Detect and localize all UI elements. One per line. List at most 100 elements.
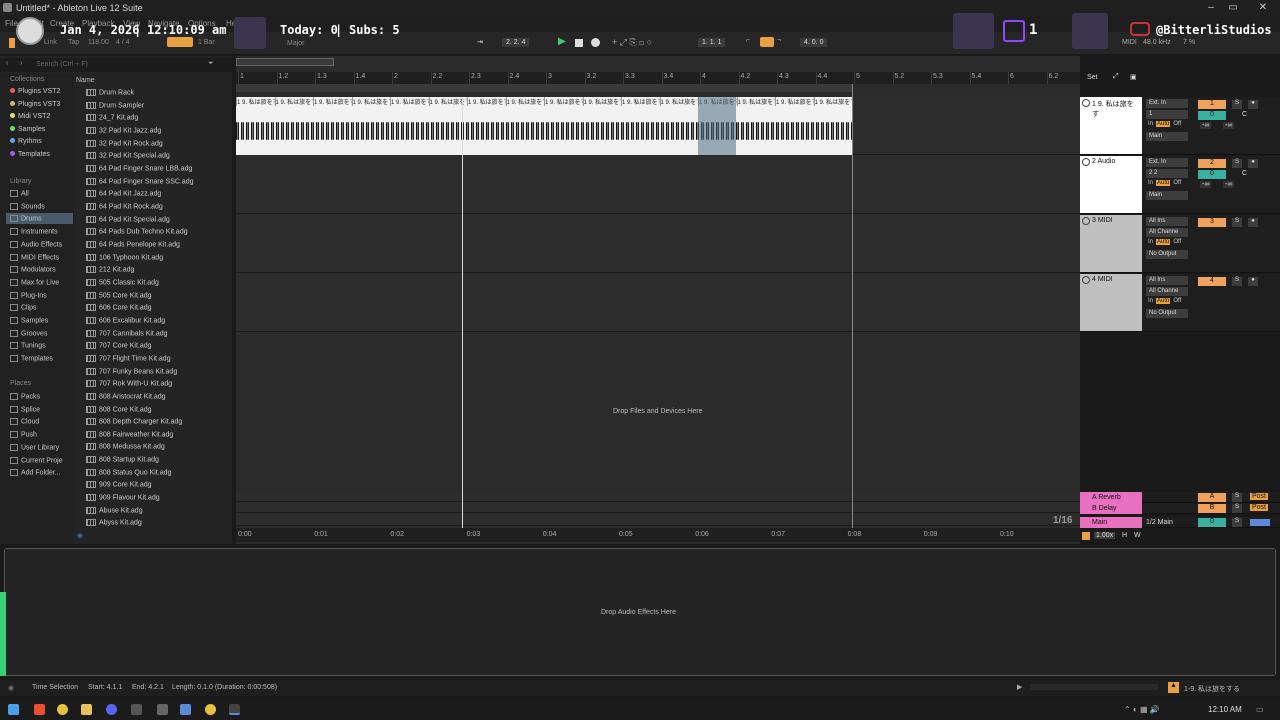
place-item[interactable]: Cloud <box>10 418 39 426</box>
monitor-in[interactable]: In <box>1148 298 1153 304</box>
file-item[interactable]: 707 Cannibals Kit.adg <box>86 329 168 337</box>
punch-out-icon[interactable]: ¬ <box>777 37 781 44</box>
main-volume[interactable]: 0 <box>1198 518 1226 527</box>
track-name-area[interactable]: 4 MIDI <box>1080 274 1142 331</box>
main-header[interactable]: Main 1/2 Main 0 S <box>1080 517 1280 528</box>
collection-item[interactable]: Samples <box>10 125 45 133</box>
search-input[interactable]: Search (Ctrl + F) <box>36 61 88 68</box>
track-lane-2[interactable] <box>236 156 1080 214</box>
file-item[interactable]: 707 Rok With-U Kit.adg <box>86 380 172 388</box>
return-solo[interactable]: S <box>1232 504 1242 513</box>
library-item[interactable]: Modulators <box>10 266 56 274</box>
explorer-icon[interactable] <box>81 704 92 715</box>
place-item[interactable]: Splice <box>10 405 40 413</box>
main-route[interactable]: 1/2 Main <box>1146 519 1173 526</box>
monitor-auto[interactable]: Auto <box>1156 298 1171 304</box>
library-item[interactable]: Audio Effects <box>10 240 62 248</box>
discord-icon[interactable] <box>106 704 117 715</box>
filter-icon[interactable]: ⏷ <box>208 60 214 68</box>
quantize-select[interactable]: 1 Bar <box>198 39 215 46</box>
link-label[interactable]: Link <box>44 39 57 46</box>
place-item[interactable]: Packs <box>10 393 40 400</box>
fold-icon[interactable] <box>1082 158 1090 166</box>
place-item[interactable]: Push <box>10 431 37 438</box>
drop-zone[interactable]: Drop Files and Devices Here <box>236 333 1080 491</box>
track-number[interactable]: 4 <box>1198 277 1226 286</box>
chrome-icon[interactable] <box>57 704 68 715</box>
file-item[interactable]: 64 Pad Kit Special.adg <box>86 215 170 223</box>
pan-field[interactable]: C <box>1242 111 1247 118</box>
loop-length[interactable]: 4. 0. 0 <box>800 38 828 47</box>
file-item[interactable]: 64 Pad Kit Jazz.adg <box>86 190 161 198</box>
main-name[interactable]: Main <box>1080 517 1142 528</box>
file-item[interactable]: 606 Core Kit.adg <box>86 304 152 312</box>
channel-select[interactable]: All Channe <box>1146 287 1188 296</box>
record-icon[interactable] <box>591 38 600 47</box>
forward-icon[interactable]: › <box>20 60 22 67</box>
file-item[interactable]: 505 Classic Kit.adg <box>86 278 159 286</box>
library-item[interactable]: Drums <box>10 215 42 223</box>
return-post[interactable]: Post <box>1250 493 1269 500</box>
zoom-field[interactable]: 1.00x <box>1094 532 1116 539</box>
monitor-in[interactable]: In <box>1148 180 1153 186</box>
ableton-taskbar-icon[interactable] <box>229 704 240 715</box>
lock-icon[interactable]: ▣ <box>1130 73 1137 81</box>
file-item[interactable]: 808 Startup Kit.adg <box>86 456 159 463</box>
file-item[interactable]: Drum Sampler <box>86 101 144 109</box>
tempo-field[interactable]: 118.00 <box>88 39 109 46</box>
library-item[interactable]: Sounds <box>10 202 45 210</box>
grid-label[interactable]: 1/16 <box>1053 515 1072 526</box>
file-item[interactable]: 64 Pad Finger Snare LBB.adg <box>86 164 192 172</box>
track-number[interactable]: 2 <box>1198 159 1226 168</box>
solo-button[interactable]: S <box>1232 277 1242 286</box>
channel-select[interactable]: 1 <box>1146 110 1188 119</box>
file-item[interactable]: 32 Pad Kit Jazz.adg <box>86 126 161 134</box>
minimize-icon[interactable]: – <box>1204 2 1218 13</box>
fold-icon[interactable] <box>1082 217 1090 225</box>
stop-icon[interactable] <box>575 39 583 47</box>
time-ruler[interactable]: 0:00 0:01 0:02 0:03 0:04 0:05 0:06 0:07 0:08 0:09… <box>236 528 1080 542</box>
return-lane-a[interactable] <box>236 492 1080 502</box>
audio-clip[interactable]: 1 9. 私は旅をする1 9. 私は旅をする1 9. 私は旅をする1 9. 私は… <box>236 97 853 155</box>
arm-icon[interactable]: ● <box>1248 277 1258 286</box>
return-letter[interactable]: A <box>1198 493 1226 502</box>
track-lane-3[interactable] <box>236 215 1080 273</box>
file-item[interactable]: 606 Excalibur Kit.adg <box>86 316 165 324</box>
brave-icon[interactable] <box>34 704 45 715</box>
return-header[interactable]: B Delay B S Post <box>1080 503 1280 514</box>
return-solo[interactable]: S <box>1232 493 1242 502</box>
file-item[interactable]: 505 Core Kit.adg <box>86 291 152 299</box>
loop-start[interactable]: 1. 1. 1 <box>698 38 726 47</box>
overview-strip[interactable] <box>236 58 334 66</box>
fold-icon[interactable] <box>1082 276 1090 284</box>
track-number[interactable]: 3 <box>1198 218 1226 227</box>
place-item[interactable]: Add Folder... <box>10 469 61 477</box>
track-lane-4[interactable] <box>236 274 1080 332</box>
monitor-auto[interactable]: Auto <box>1156 239 1171 245</box>
set-button[interactable]: Set <box>1087 74 1098 81</box>
time-signature[interactable]: 4 / 4 <box>116 39 130 46</box>
file-item[interactable]: 909 Flavour Kit.adg <box>86 494 160 501</box>
track-header[interactable]: 3 MIDI All Ins All Channe In Auto Off No Outpu… <box>1080 215 1280 273</box>
file-item[interactable]: 64 Pad Finger Snare SSC.adg <box>86 177 194 185</box>
monitor-auto[interactable]: Auto <box>1156 121 1171 127</box>
channel-select[interactable]: All Channe <box>1146 228 1188 237</box>
input-select[interactable]: Ext. In <box>1146 99 1188 108</box>
output-select[interactable]: No Output <box>1146 309 1188 318</box>
back-icon[interactable]: ‹ <box>6 60 8 67</box>
app2-icon[interactable] <box>180 704 191 715</box>
beat-ruler[interactable]: 1 1.2 1.3 1.4 2 2.2 2.3 2.4 3 3.2 3.3 3.4 4 4.2 4.3 4.4… <box>236 72 1080 84</box>
tray-icons[interactable]: ⌃ ◐ ▦ 🔊 <box>1124 705 1160 714</box>
name-column-header[interactable]: Name <box>76 77 95 84</box>
file-item[interactable]: 909 Core Kit.adg <box>86 481 152 489</box>
library-item[interactable]: Max for Live <box>10 278 59 286</box>
file-item[interactable]: Abyss Kit.adg <box>86 519 142 527</box>
obs-icon[interactable] <box>131 704 142 715</box>
file-item[interactable]: 707 Flight Time Kit.adg <box>86 354 171 362</box>
place-item[interactable]: User Library <box>10 443 59 451</box>
library-item[interactable]: Tunings <box>10 342 46 350</box>
file-item[interactable]: 808 Depth Charger Kit.adg <box>86 418 182 426</box>
play-small-icon[interactable]: ▶ <box>1017 683 1022 691</box>
volume-field[interactable]: 0 <box>1198 170 1226 179</box>
file-item[interactable]: Drum Rack <box>86 89 134 96</box>
